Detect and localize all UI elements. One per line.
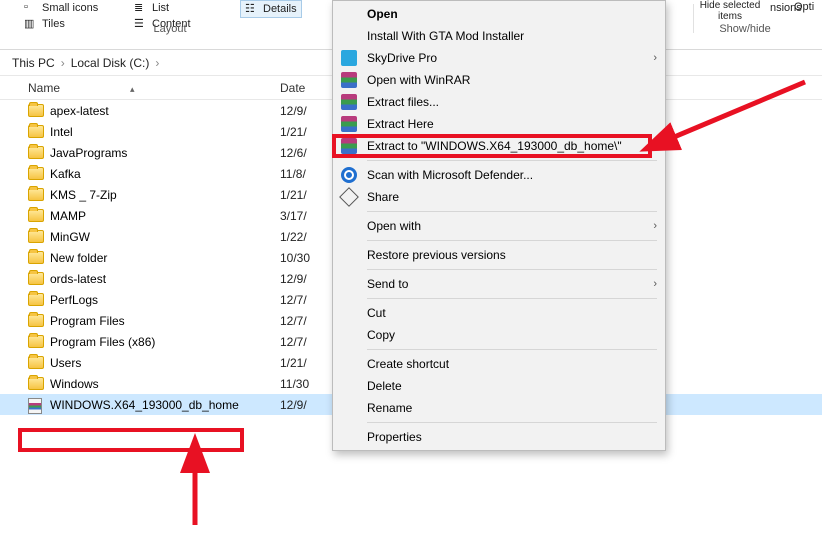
breadcrumb-root[interactable]: This PC [8, 56, 59, 70]
file-name: Users [50, 356, 280, 370]
folder-icon [28, 167, 44, 181]
file-name: MinGW [50, 230, 280, 244]
column-header-name[interactable]: Name ▴ [0, 81, 280, 95]
menu-extract-to[interactable]: Extract to "WINDOWS.X64_193000_db_home\" [333, 135, 665, 157]
folder-icon [28, 335, 44, 349]
menu-extract-here[interactable]: Extract Here [333, 113, 665, 135]
winrar-icon [341, 72, 357, 88]
menu-extract-files[interactable]: Extract files... [333, 91, 665, 113]
menu-delete[interactable]: Delete [333, 375, 665, 397]
winrar-icon [341, 138, 357, 154]
menu-restore-versions[interactable]: Restore previous versions [333, 244, 665, 266]
file-name: Program Files [50, 314, 280, 328]
sort-asc-icon: ▴ [130, 84, 135, 95]
breadcrumb-drive[interactable]: Local Disk (C:) [67, 56, 154, 70]
chevron-right-icon: › [653, 278, 657, 290]
menu-open-winrar[interactable]: Open with WinRAR [333, 69, 665, 91]
annotation-arrow-file [170, 455, 230, 540]
annotation-highlight-file [18, 428, 244, 452]
folder-icon [28, 125, 44, 139]
chevron-right-icon: › [153, 56, 161, 70]
menu-properties[interactable]: Properties [333, 426, 665, 448]
folder-icon [28, 209, 44, 223]
menu-create-shortcut[interactable]: Create shortcut [333, 353, 665, 375]
skydrive-icon [341, 50, 357, 66]
file-name: WINDOWS.X64_193000_db_home [50, 398, 280, 412]
view-details[interactable]: ☷Details [240, 0, 302, 18]
menu-open-with[interactable]: Open with› [333, 215, 665, 237]
context-menu: Open Install With GTA Mod Installer SkyD… [332, 0, 666, 451]
folder-icon [28, 104, 44, 118]
ribbon-group-show: Hide selected items Opti Show/hide [700, 0, 820, 35]
chevron-right-icon: › [653, 220, 657, 232]
file-name: apex-latest [50, 104, 280, 118]
menu-install-gta[interactable]: Install With GTA Mod Installer [333, 25, 665, 47]
menu-open[interactable]: Open [333, 3, 665, 25]
file-name: New folder [50, 251, 280, 265]
file-name: Windows [50, 377, 280, 391]
ribbon-group-label-show: Show/hide [670, 23, 820, 35]
archive-icon [28, 398, 44, 412]
folder-icon [28, 251, 44, 265]
file-name: Kafka [50, 167, 280, 181]
folder-icon [28, 293, 44, 307]
menu-skydrive-pro[interactable]: SkyDrive Pro› [333, 47, 665, 69]
chevron-right-icon: › [653, 52, 657, 64]
hide-selected-items[interactable]: Hide selected items [700, 0, 761, 22]
file-name: ords-latest [50, 272, 280, 286]
ribbon-group-label-layout: Layout [0, 23, 340, 35]
view-list[interactable]: ≣List [130, 0, 195, 16]
small-icons-icon: ▫ [24, 1, 38, 15]
share-icon [341, 189, 357, 205]
list-icon: ≣ [134, 1, 148, 15]
chevron-right-icon: › [59, 56, 67, 70]
winrar-icon [341, 94, 357, 110]
menu-scan-defender[interactable]: Scan with Microsoft Defender... [333, 164, 665, 186]
view-small-icons[interactable]: ▫Small icons [20, 0, 102, 16]
winrar-icon [341, 116, 357, 132]
file-name: PerfLogs [50, 293, 280, 307]
menu-send-to[interactable]: Send to› [333, 273, 665, 295]
ribbon-extensions-label: nsions [770, 2, 802, 14]
file-name: KMS _ 7-Zip [50, 188, 280, 202]
menu-share[interactable]: Share [333, 186, 665, 208]
folder-icon [28, 230, 44, 244]
folder-icon [28, 188, 44, 202]
folder-icon [28, 146, 44, 160]
ribbon-group-layout: ▫Small icons ▥Tiles ≣List ☰Content ☷Deta… [0, 0, 340, 35]
file-name: MAMP [50, 209, 280, 223]
defender-icon [341, 167, 357, 183]
file-name: Intel [50, 125, 280, 139]
menu-cut[interactable]: Cut [333, 302, 665, 324]
folder-icon [28, 272, 44, 286]
file-name: Program Files (x86) [50, 335, 280, 349]
file-name: JavaPrograms [50, 146, 280, 160]
folder-icon [28, 377, 44, 391]
menu-rename[interactable]: Rename [333, 397, 665, 419]
details-icon: ☷ [245, 2, 259, 16]
folder-icon [28, 356, 44, 370]
folder-icon [28, 314, 44, 328]
menu-copy[interactable]: Copy [333, 324, 665, 346]
